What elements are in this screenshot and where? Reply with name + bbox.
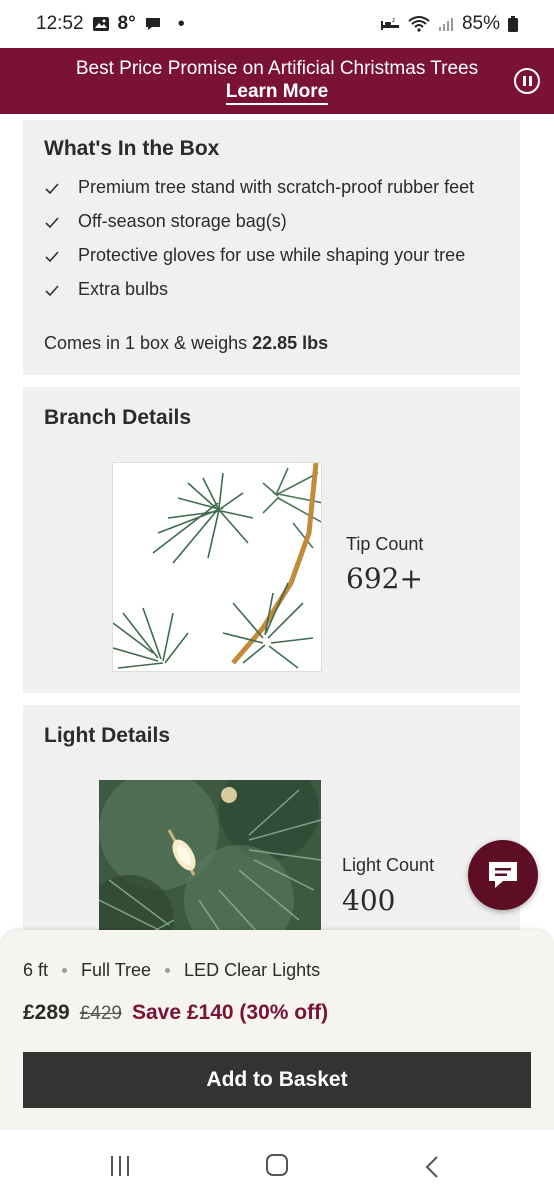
notification-dot-icon: • bbox=[177, 12, 185, 35]
light-count-label: Light Count bbox=[342, 855, 435, 875]
box-item-text: Protective gloves for use while shaping … bbox=[78, 245, 466, 265]
list-item: Premium tree stand with scratch-proof ru… bbox=[44, 176, 504, 198]
option-shape: Full Tree bbox=[81, 960, 152, 980]
whats-in-box-title: What's In the Box bbox=[44, 137, 220, 160]
check-icon bbox=[45, 285, 59, 297]
branch-details-card: Branch Details Tip Count 692+ bbox=[23, 387, 520, 693]
status-bar-left: 12:52 8° • bbox=[36, 13, 185, 36]
purchase-sheet: 6 ft Full Tree LED Clear Lights £289 £42… bbox=[0, 930, 554, 1130]
home-icon[interactable] bbox=[266, 1154, 288, 1176]
learn-more-link-label[interactable]: Learn More bbox=[225, 81, 329, 105]
signal-icon bbox=[438, 16, 454, 32]
price-row: £289 £429 Save £140 (30% off) bbox=[23, 1001, 328, 1025]
light-details-card: Light Details Light Count 400 bbox=[23, 705, 520, 945]
check-icon bbox=[45, 183, 59, 195]
chat-bubble-icon bbox=[144, 16, 162, 32]
current-price: £289 bbox=[23, 1001, 70, 1024]
branch-details-title: Branch Details bbox=[44, 406, 192, 429]
svg-text:z: z bbox=[392, 17, 395, 24]
option-height: 6 ft bbox=[23, 960, 49, 980]
box-summary: Comes in 1 box & weighs 22.85 lbs bbox=[44, 333, 328, 354]
light-image bbox=[99, 780, 321, 945]
pause-icon[interactable] bbox=[514, 68, 540, 94]
tip-count-label: Tip Count bbox=[346, 534, 424, 554]
tip-count-value: 692+ bbox=[346, 562, 423, 595]
chat-button[interactable] bbox=[468, 840, 538, 910]
status-bar: 12:52 8° • z 85% bbox=[0, 0, 554, 48]
light-count-value: 400 bbox=[342, 884, 396, 917]
box-item-text: Premium tree stand with scratch-proof ru… bbox=[78, 177, 475, 197]
box-item-text: Extra bulbs bbox=[78, 279, 169, 299]
battery-icon bbox=[508, 16, 518, 32]
chat-icon bbox=[489, 862, 517, 888]
original-price: £429 bbox=[79, 1003, 122, 1024]
promo-banner: Best Price Promise on Artificial Christm… bbox=[0, 48, 554, 114]
separator-dot-icon bbox=[165, 968, 171, 973]
separator-dot-icon bbox=[62, 968, 68, 973]
battery-percent: 85% bbox=[461, 13, 500, 34]
wifi-icon bbox=[408, 16, 430, 32]
status-bar-right: z 85% bbox=[380, 13, 518, 35]
savings-text: Save £140 (30% off) bbox=[132, 1001, 329, 1024]
learn-more-link[interactable]: Learn More bbox=[0, 81, 554, 105]
box-items-list: Premium tree stand with scratch-proof ru… bbox=[44, 176, 504, 312]
back-icon[interactable] bbox=[425, 1156, 439, 1183]
selected-options: 6 ft Full Tree LED Clear Lights bbox=[23, 960, 320, 981]
gallery-icon bbox=[92, 16, 110, 32]
system-nav-bar bbox=[0, 1130, 554, 1200]
promo-text: Best Price Promise on Artificial Christm… bbox=[75, 58, 479, 79]
sleep-mode-icon: z bbox=[380, 16, 400, 32]
list-item: Extra bulbs bbox=[44, 278, 504, 300]
list-item: Protective gloves for use while shaping … bbox=[44, 244, 504, 266]
option-lights: LED Clear Lights bbox=[184, 960, 321, 980]
box-summary-text: Comes in 1 box & weighs bbox=[44, 333, 248, 353]
add-to-basket-button[interactable]: Add to Basket bbox=[23, 1052, 531, 1108]
status-temperature: 8° bbox=[117, 13, 136, 34]
status-time: 12:52 bbox=[36, 13, 84, 34]
recents-icon[interactable] bbox=[111, 1156, 129, 1176]
branch-image bbox=[112, 462, 322, 672]
box-weight: 22.85 lbs bbox=[252, 333, 329, 353]
list-item: Off-season storage bag(s) bbox=[44, 210, 504, 232]
whats-in-box-card: What's In the Box Premium tree stand wit… bbox=[23, 120, 520, 375]
box-item-text: Off-season storage bag(s) bbox=[78, 211, 287, 231]
check-icon bbox=[45, 251, 59, 263]
check-icon bbox=[45, 217, 59, 229]
light-details-title: Light Details bbox=[44, 724, 171, 747]
